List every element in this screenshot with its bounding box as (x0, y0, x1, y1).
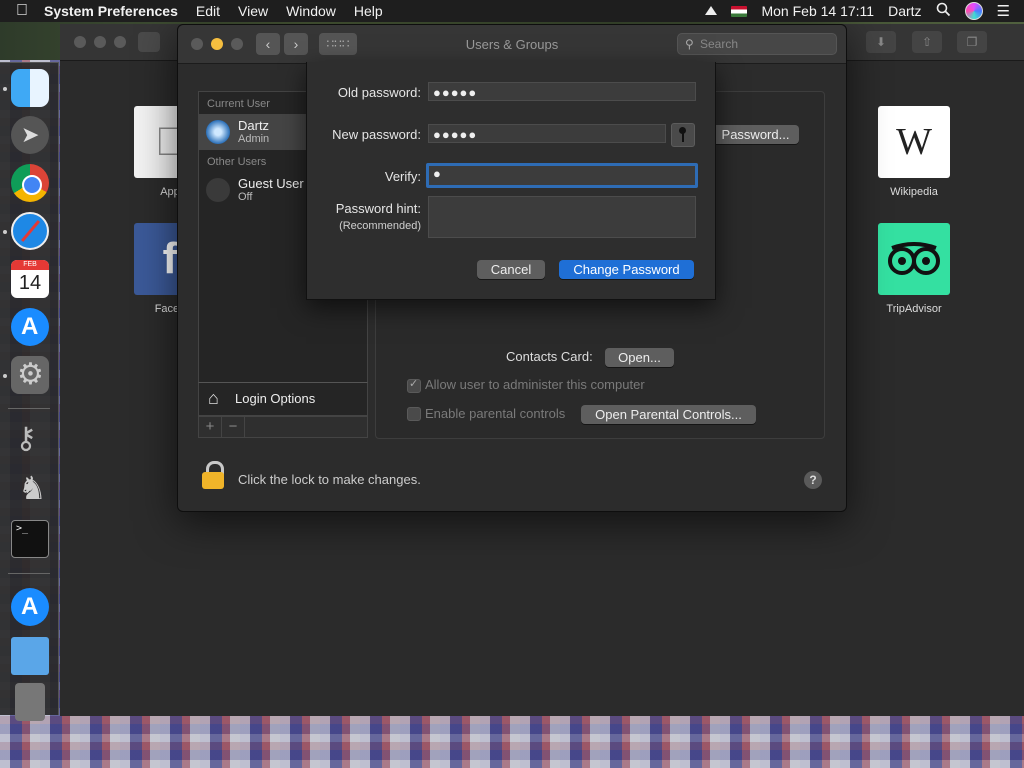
guest-name: Guest User (238, 176, 304, 191)
menu-user[interactable]: Dartz (888, 3, 921, 19)
running-indicator (3, 374, 7, 378)
new-password-label: New password: (332, 127, 421, 142)
password-hint-label: Password hint: (335, 201, 421, 216)
dock-separator (8, 573, 50, 574)
keychain-keys-icon[interactable]: ⚷ (11, 421, 49, 459)
running-indicator (3, 230, 7, 234)
browser-back-button[interactable] (138, 32, 160, 52)
lock-icon[interactable] (202, 461, 224, 489)
old-password-field[interactable]: ●●●●● (428, 82, 696, 101)
open-contacts-card-button[interactable]: Open... (605, 348, 674, 367)
change-password-confirm-button[interactable]: Change Password (559, 260, 694, 279)
finder-icon[interactable] (11, 69, 49, 107)
snowflake-avatar-icon (206, 120, 230, 144)
user-role: Admin (238, 133, 270, 145)
favorite-label: Wikipedia (890, 186, 938, 198)
wikipedia-logo-icon: W (878, 106, 950, 178)
search-icon: ⚲ (685, 37, 694, 51)
new-password-field[interactable]: ●●●●● (428, 124, 666, 143)
favorite-wikipedia[interactable]: W Wikipedia (878, 106, 950, 198)
menu-view[interactable]: View (238, 3, 268, 19)
menu-bar:  System Preferences Edit View Window He… (0, 0, 1024, 22)
password-assistant-key-icon[interactable] (671, 123, 695, 147)
verify-label: Verify: (384, 169, 421, 184)
dock-separator (8, 408, 50, 409)
tabs-overview-icon[interactable]: ❐ (957, 31, 987, 53)
favorite-label: TripAdvisor (886, 303, 942, 315)
user-name: Dartz (238, 118, 270, 133)
verify-password-field[interactable]: ● (426, 163, 698, 188)
notification-center-icon[interactable]: ☰ (997, 2, 1010, 20)
menu-edit[interactable]: Edit (196, 3, 220, 19)
remove-user-button[interactable]: − (222, 417, 245, 437)
safari-compass-icon[interactable] (11, 212, 49, 250)
add-user-button[interactable]: + (199, 417, 222, 437)
old-password-label: Old password: (337, 85, 421, 100)
running-indicator (3, 87, 7, 91)
downloads-folder-icon[interactable] (11, 637, 49, 675)
terminal-icon[interactable]: >_ (11, 520, 49, 558)
applications-folder-icon[interactable]: A (11, 588, 49, 626)
menu-clock[interactable]: Mon Feb 14 17:11 (761, 3, 874, 19)
help-button[interactable]: ? (804, 471, 822, 489)
app-store-icon[interactable]: A (11, 308, 49, 346)
login-options-label: Login Options (235, 391, 316, 406)
search-placeholder: Search (700, 37, 739, 51)
open-parental-controls-button[interactable]: Open Parental Controls... (581, 405, 756, 424)
siri-icon[interactable] (964, 2, 983, 20)
parental-controls-label: Enable parental controls (425, 406, 566, 421)
browser-minimize-button[interactable] (94, 36, 106, 48)
browser-close-button[interactable] (74, 36, 86, 48)
eject-icon[interactable] (705, 5, 718, 15)
house-icon: ⌂ (208, 388, 219, 408)
login-options-item[interactable]: ⌂ Login Options (198, 382, 368, 416)
menu-help[interactable]: Help (354, 3, 383, 19)
favorite-tripadvisor[interactable]: TripAdvisor (878, 223, 950, 315)
calendar-icon[interactable]: FEB 14 (11, 260, 49, 298)
calendar-month: FEB (11, 260, 49, 270)
menu-bar-extras: Mon Feb 14 17:11 Dartz ☰ (705, 2, 1024, 20)
system-preferences-gear-icon[interactable]: ⚙ (11, 356, 49, 394)
parental-controls-checkbox[interactable] (407, 407, 421, 421)
allow-admin-checkbox[interactable] (407, 377, 421, 393)
allow-admin-label: Allow user to administer this computer (425, 377, 645, 392)
change-password-sheet: Old password: ●●●●● New password: ●●●●● … (306, 62, 716, 300)
chrome-icon[interactable] (11, 164, 49, 202)
trash-icon[interactable] (15, 683, 45, 721)
apple-menu-icon[interactable]:  (0, 2, 44, 20)
change-password-button[interactable]: Password... (712, 125, 799, 144)
input-source-flag-icon[interactable] (731, 5, 748, 17)
spotlight-search-icon[interactable] (936, 2, 951, 20)
contacts-card-label: Contacts Card: (506, 349, 593, 364)
lock-message: Click the lock to make changes. (238, 472, 421, 487)
guest-avatar-icon (206, 178, 230, 202)
search-field[interactable]: ⚲ Search (677, 33, 837, 55)
browser-zoom-button[interactable] (114, 36, 126, 48)
calendar-day: 14 (18, 272, 42, 294)
chess-knight-icon[interactable]: ♞ (11, 470, 49, 509)
launchpad-rocket-icon[interactable]: ➤ (11, 116, 49, 154)
dock: ➤ FEB 14 A ⚙ ⚷ ♞ >_ A (0, 62, 59, 721)
user-list-buttons: + − (198, 416, 368, 438)
cancel-button[interactable]: Cancel (477, 260, 545, 279)
terminal-prompt: >_ (16, 523, 29, 534)
downloads-icon[interactable]: ⬇ (866, 31, 896, 53)
tripadvisor-owl-icon (878, 223, 950, 295)
guest-status: Off (238, 191, 253, 203)
menu-window[interactable]: Window (286, 3, 336, 19)
password-hint-sublabel: (Recommended) (339, 220, 421, 232)
menu-app-name[interactable]: System Preferences (44, 3, 178, 19)
window-titlebar: ‹ › ∷∷∷ Users & Groups ⚲ Search (178, 25, 846, 64)
password-hint-field[interactable] (428, 196, 696, 238)
share-icon[interactable]: ⇧ (912, 31, 942, 53)
